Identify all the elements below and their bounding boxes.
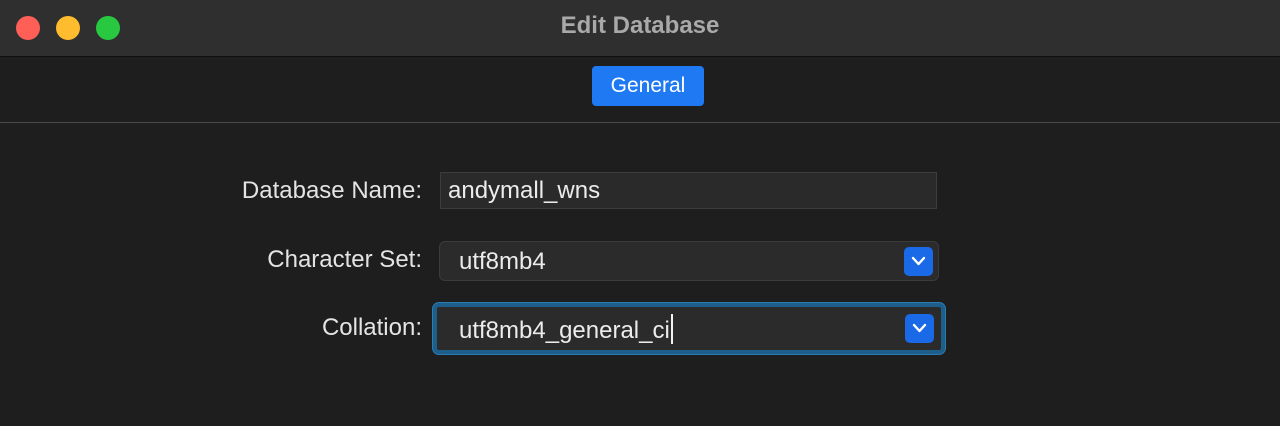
character-set-label: Character Set: [267, 246, 422, 273]
chevron-down-icon[interactable] [904, 247, 933, 276]
collation-value: utf8mb4_general_ci [459, 317, 670, 344]
character-set-select[interactable]: utf8mb4 [439, 241, 939, 281]
database-name-value: andymall_wns [448, 177, 601, 204]
chevron-down-icon[interactable] [905, 314, 934, 343]
collation-label: Collation: [321, 314, 422, 341]
tab-bar: General [0, 57, 1280, 123]
database-name-label: Database Name: [241, 177, 422, 204]
title-bar: Edit Database [0, 0, 1280, 57]
collation-select[interactable]: utf8mb4_general_ci [433, 303, 945, 354]
window-title: Edit Database [560, 12, 720, 39]
database-name-field[interactable]: andymall_wns [440, 172, 937, 209]
character-set-value: utf8mb4 [459, 248, 546, 275]
tab-general[interactable]: General [592, 66, 704, 106]
edit-database-window: Edit Database General Database Name: and… [0, 0, 1280, 426]
text-caret [670, 314, 673, 344]
